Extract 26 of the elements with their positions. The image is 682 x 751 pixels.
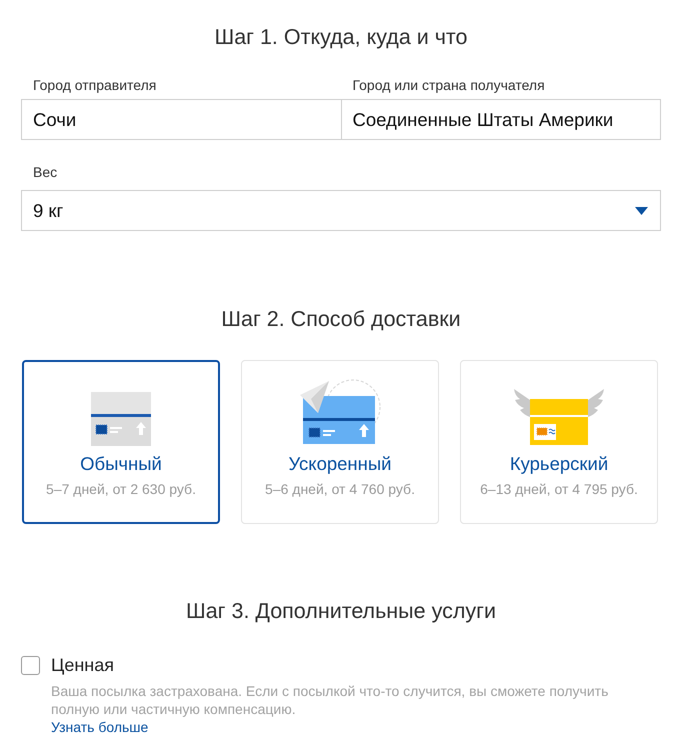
checkbox[interactable]	[21, 656, 40, 675]
step-heading: Шаг 3. Дополнительные услуги	[186, 598, 496, 624]
parcel-icon	[91, 392, 151, 446]
option-title: Курьерский	[510, 453, 608, 475]
step-heading: Шаг 1. Откуда, куда и что	[214, 24, 468, 50]
option-title: Обычный	[80, 453, 162, 475]
shipping-option-card[interactable]: Курьерский 6–13 дней, от 4 795 руб.	[460, 360, 658, 524]
option-title: Ускоренный	[288, 453, 392, 475]
option-details: 5–6 дней, от 4 760 руб.	[265, 480, 415, 498]
service-description: Ваша посылка застрахована. Если с посылкой что-то случится, вы сможете получить полную или частичную компенсацию.	[51, 682, 610, 718]
input-field[interactable]: Сочи	[21, 99, 342, 140]
field-label: Город отправителя	[33, 77, 156, 94]
field-label: Вес	[33, 164, 58, 181]
option-details: 5–7 дней, от 2 630 руб.	[46, 480, 196, 498]
field-label: Город или страна получателя	[352, 77, 545, 94]
service-label: Ценная	[51, 655, 114, 676]
winged-parcel-icon	[513, 388, 605, 446]
caret-icon	[635, 206, 648, 214]
step-heading: Шаг 2. Способ доставки	[221, 306, 461, 332]
shipping-option-card[interactable]: Ускоренный 5–6 дней, от 4 760 руб.	[241, 360, 439, 524]
parcel-paper-plane-icon	[299, 378, 381, 446]
option-details: 6–13 дней, от 4 795 руб.	[480, 480, 638, 498]
shipping-option-card[interactable]: Обычный 5–7 дней, от 2 630 руб.	[22, 360, 220, 524]
input-field[interactable]: Соединенные Штаты Америки	[340, 99, 661, 140]
learn-more-link[interactable]: Узнать больше	[51, 718, 148, 736]
weight-select[interactable]: 9 кг	[21, 190, 661, 231]
